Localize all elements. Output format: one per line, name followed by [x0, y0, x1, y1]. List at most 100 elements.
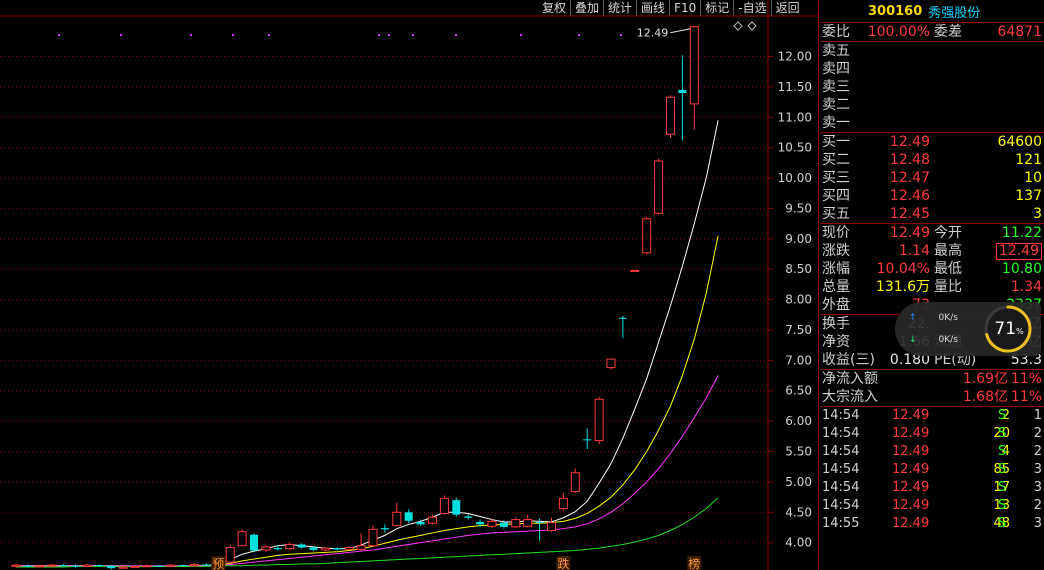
candle-body [82, 564, 92, 567]
candle-body [333, 548, 342, 550]
candle-body [666, 96, 675, 135]
event-dot [378, 34, 380, 36]
buy-row: 买五 12.45 3 [820, 205, 1044, 223]
trade-row[interactable]: 14:54 12.49 20 S 2 [820, 425, 1044, 443]
trade-price: 12.49 [892, 426, 930, 441]
candle-body [464, 516, 473, 518]
candle-body [618, 317, 627, 319]
candlestick-chart[interactable]: 12.00 11.50 11.00 10.50 10.00 9.50 9.00 8.50 8.0… [0, 0, 818, 570]
stat-label: 涨跌 [822, 243, 850, 259]
buy-volume: 64600 [997, 134, 1042, 150]
candle-body [416, 521, 425, 525]
event-dot [120, 34, 122, 36]
trade-time: 14:54 [822, 444, 860, 459]
candle-body [309, 547, 318, 550]
candle-body [630, 269, 640, 272]
price-tick-label: 12.00 [778, 50, 812, 64]
candle-body [23, 565, 32, 567]
trade-row[interactable]: 14:55 12.49 48 S 3 [820, 515, 1044, 533]
price-tick-label: 10.50 [778, 141, 812, 155]
stock-code: 300160 [868, 3, 923, 19]
candle-body [47, 564, 57, 567]
candle-body [142, 565, 152, 568]
candle-body [344, 547, 354, 550]
stock-name: 秀强股份 [928, 5, 981, 21]
trade-count: 2 [1033, 426, 1042, 441]
price-tick-label: 5.50 [785, 445, 812, 459]
stat-label: 外盘 [822, 297, 850, 313]
stat-value: 131.6万 [875, 279, 930, 295]
candle-body [95, 565, 104, 567]
flow-value: 1.68亿 [962, 389, 1008, 405]
price-tick-label: 4.00 [785, 536, 812, 550]
price-tick-label: 6.50 [785, 384, 812, 398]
buy-price: 12.49 [889, 134, 930, 150]
stat-value-2: 1.34 [1010, 279, 1042, 295]
candle-body [261, 546, 271, 551]
weicha-label: 委差 [934, 24, 962, 40]
event-marker-label: 榜 [688, 556, 700, 570]
quote-panel: 300160 秀强股份 委比 100.00% 委差 64871 卖五 卖四 卖三 卖二… [820, 0, 1044, 570]
flow-label: 大宗流入 [822, 389, 878, 405]
sell-label: 卖四 [822, 61, 850, 77]
memory-percent: 71% [994, 319, 1024, 339]
candle-body [499, 522, 508, 527]
moving-averages [16, 120, 719, 568]
sell-row: 卖三 [820, 78, 1044, 96]
buy-label: 买一 [822, 134, 850, 150]
trade-count: 2 [1033, 444, 1042, 459]
quote-stats: 现价 12.49 今开 11.22 涨跌 1.14 最高 12.49 涨幅 10.04% 最低 10.… [820, 224, 1044, 314]
price-tick-label: 6.00 [785, 414, 812, 428]
buy-label: 买二 [822, 152, 850, 168]
sell-row: 卖五 [820, 42, 1044, 60]
panel-divider [818, 0, 819, 570]
sell-label: 卖二 [822, 97, 850, 113]
trade-time: 14:55 [822, 516, 860, 531]
tick-trades[interactable]: 14:54 12.49 2 S 1 14:54 12.49 20 S 2 14:54 12.49 4 S 2… [820, 407, 1044, 533]
weicha-value: 64871 [997, 24, 1042, 40]
trade-row[interactable]: 14:54 12.49 2 S 1 [820, 407, 1044, 425]
network-speed-widget[interactable]: ↑ 0K/s ↓ 0K/s 71% [895, 302, 1041, 356]
sell-row: 卖二 [820, 96, 1044, 114]
buy-volume: 3 [1033, 206, 1042, 222]
candle-body [285, 543, 295, 550]
stat-value: 10.04% [876, 261, 930, 277]
trade-row[interactable]: 14:54 12.49 85 S 3 [820, 461, 1044, 479]
candle-body [570, 472, 580, 493]
sell-orders: 卖五 卖四 卖三 卖二 卖一 [820, 42, 1044, 132]
fund-flows: 净流入额 1.69亿 11% 大宗流入 1.68亿 11% [820, 370, 1044, 406]
buy-label: 买五 [822, 206, 850, 222]
buy-price: 12.46 [889, 188, 930, 204]
stat-value-2: 12.49 [995, 243, 1042, 260]
flow-label: 净流入额 [822, 371, 878, 387]
stat-label: 涨幅 [822, 261, 850, 277]
trade-price: 12.49 [892, 444, 930, 459]
trade-direction: S [998, 426, 1007, 441]
high-price-label: 12.49 [637, 27, 669, 40]
buy-volume: 137 [1015, 188, 1042, 204]
upload-speed: ↑ 0K/s [909, 313, 958, 323]
candle-body [368, 528, 378, 547]
event-dot [388, 34, 390, 36]
candle-body [71, 565, 80, 567]
trade-direction: S [998, 462, 1007, 477]
flow-value: 1.69亿 [962, 371, 1008, 387]
candle-body [178, 565, 187, 567]
buy-price: 12.48 [889, 152, 930, 168]
upload-arrow-icon: ↑ [909, 313, 917, 323]
trade-row[interactable]: 14:54 12.49 17 S 3 [820, 479, 1044, 497]
candle-body [356, 545, 366, 550]
trade-count: 3 [1033, 462, 1042, 477]
trade-price: 12.49 [892, 516, 930, 531]
trade-row[interactable]: 14:54 12.49 4 S 2 [820, 443, 1044, 461]
candle-body [237, 531, 247, 547]
candle-body [190, 564, 199, 567]
trade-direction: S [998, 480, 1007, 495]
stat-value-2: 10.80 [1001, 261, 1042, 277]
trade-count: 2 [1033, 498, 1042, 513]
buy-orders: 买一 12.49 64600 买二 12.48 121 买三 12.47 10 买四 12.46 13… [820, 133, 1044, 223]
candle-body [59, 565, 68, 567]
candle-body [225, 547, 235, 563]
trade-row[interactable]: 14:54 12.49 13 S 2 [820, 497, 1044, 515]
candle-body [380, 528, 389, 530]
